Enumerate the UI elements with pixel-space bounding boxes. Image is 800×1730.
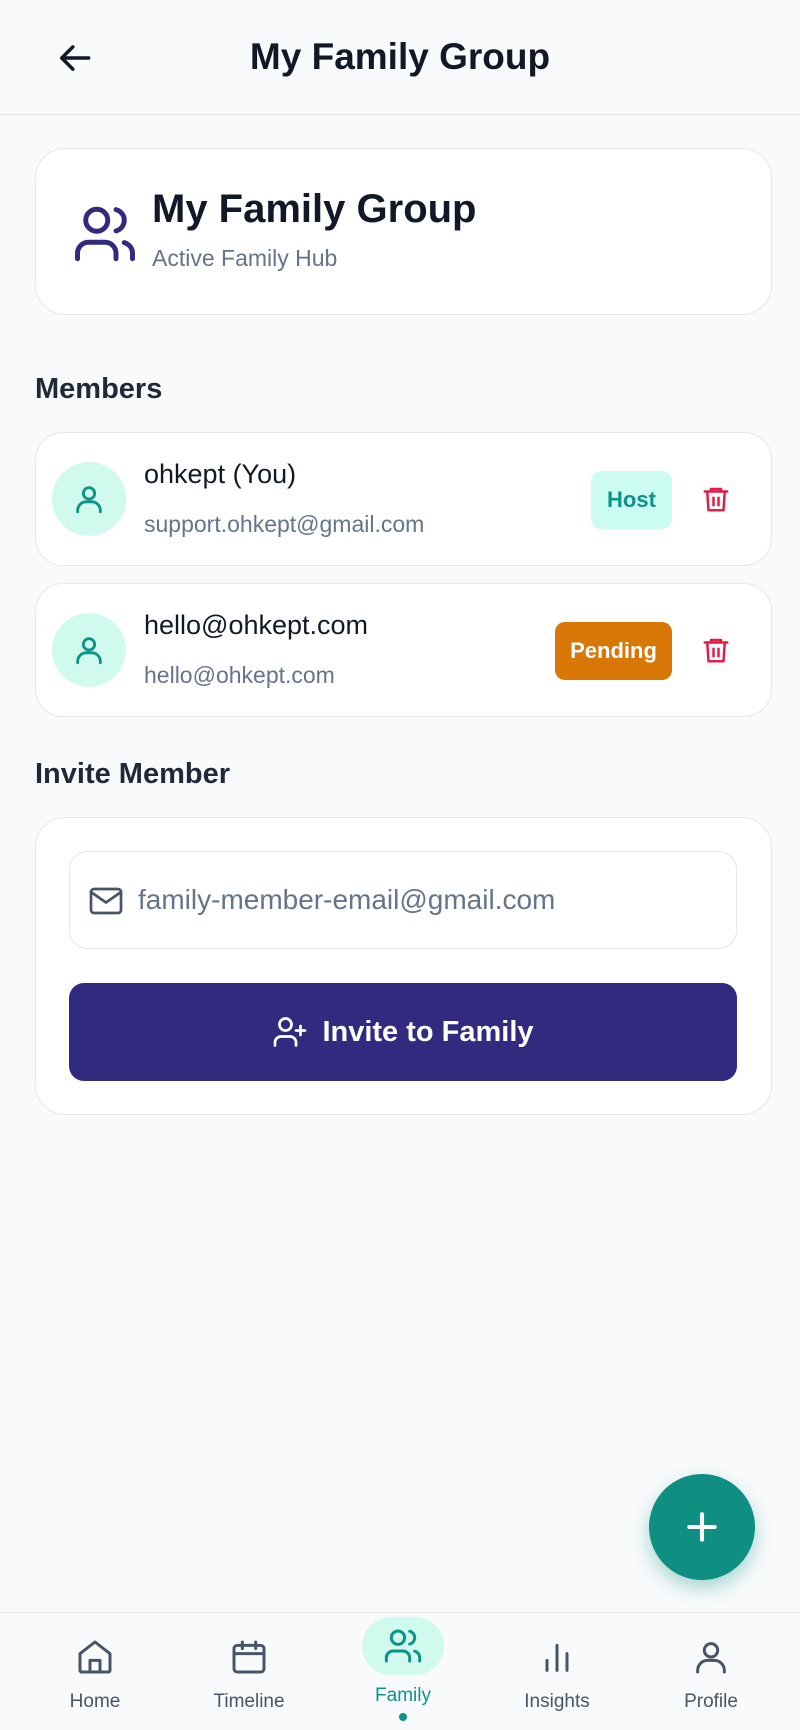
trash-icon [703,487,729,512]
trash-icon [703,638,729,663]
pending-badge: Pending [555,622,672,680]
avatar [52,613,126,687]
bottom-nav: Home Timeline Family Insights Profile [0,1612,800,1730]
nav-label: Insights [524,1691,590,1712]
active-dot [399,1713,407,1721]
nav-label: Timeline [213,1691,285,1712]
nav-item-home[interactable]: Home [20,1613,170,1730]
home-icon [78,1640,112,1674]
nav-label: Profile [684,1691,738,1712]
plus-icon [687,1512,717,1542]
nav-item-timeline[interactable]: Timeline [174,1613,324,1730]
add-fab-button[interactable] [649,1474,755,1580]
invite-heading: Invite Member [35,758,230,790]
member-card: hello@ohkept.com hello@ohkept.com Pendin… [35,583,772,717]
nav-item-family[interactable]: Family [328,1613,478,1730]
host-badge: Host [591,471,672,529]
app-header: My Family Group [0,0,800,115]
invite-button-label: Invite to Family [322,1015,534,1048]
nav-label: Home [69,1691,121,1712]
calendar-icon [232,1640,266,1674]
user-icon [76,486,102,514]
member-card: ohkept (You) support.ohkept@gmail.com Ho… [35,432,772,566]
bar-chart-icon [545,1643,569,1672]
user-icon [696,1642,726,1674]
email-field[interactable] [69,851,737,949]
mail-icon [89,887,123,915]
remove-member-button[interactable] [696,628,736,672]
member-name: hello@ohkept.com [144,610,369,640]
users-icon [384,1629,422,1663]
avatar [52,462,126,536]
member-email: support.ohkept@gmail.com [144,511,425,537]
remove-member-button[interactable] [696,477,736,521]
page-title: My Family Group [249,36,551,77]
group-name: My Family Group [152,187,477,231]
nav-item-profile[interactable]: Profile [636,1613,786,1730]
user-icon [76,637,102,665]
members-heading: Members [35,373,163,405]
group-status: Active Family Hub [152,245,338,271]
invite-card: Invite to Family [35,817,772,1115]
member-name: ohkept (You) [144,459,297,489]
invite-button[interactable]: Invite to Family [69,983,737,1081]
nav-item-insights[interactable]: Insights [482,1613,632,1730]
users-icon [75,206,135,262]
user-plus-icon [274,1017,307,1047]
member-email: hello@ohkept.com [144,662,335,688]
group-summary-card: My Family Group Active Family Hub [35,148,772,315]
invite-email-input[interactable] [138,852,728,948]
nav-label: Family [375,1685,431,1706]
